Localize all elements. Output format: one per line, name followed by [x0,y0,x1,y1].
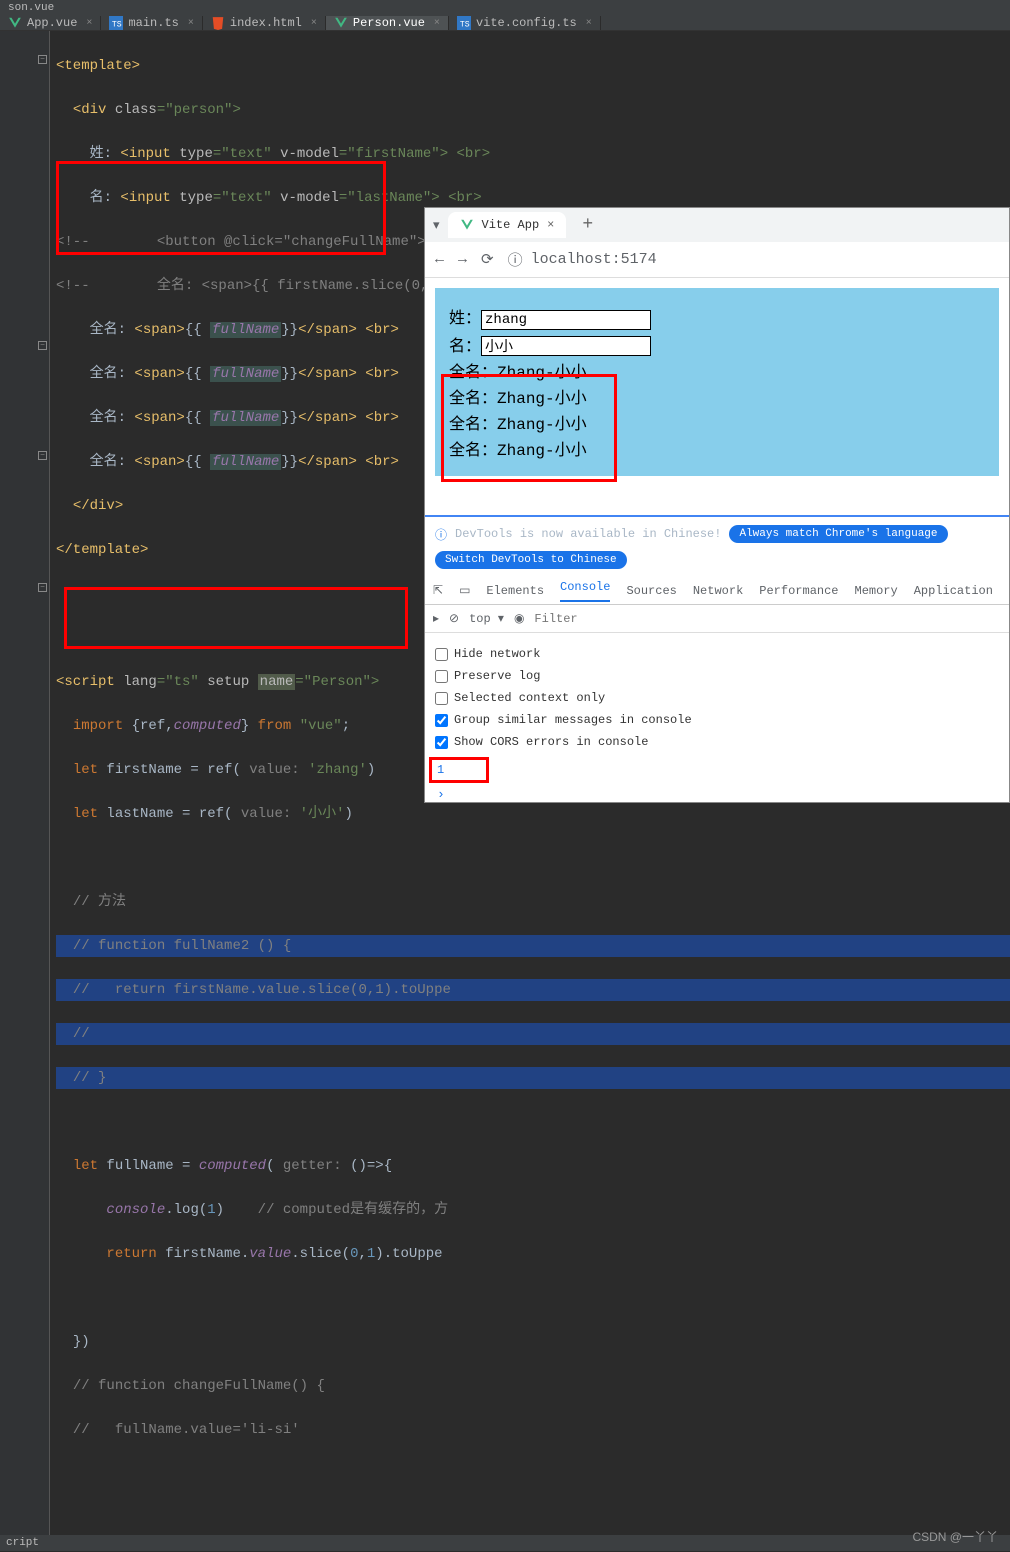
tab-app-vue[interactable]: App.vue× [0,16,101,30]
fold-marker[interactable]: − [38,55,47,64]
fold-marker[interactable]: − [38,451,47,460]
label-xing: 姓： [449,310,481,328]
vue-icon [8,16,22,30]
devtab-console[interactable]: Console [560,580,610,602]
close-icon[interactable]: × [547,218,554,232]
line-gutter [0,31,36,1551]
label-full: 全名： [449,364,497,382]
devtab-sources[interactable]: Sources [626,584,676,598]
watermark: CSDN @一丫丫 [912,1528,998,1545]
tab-vite-config[interactable]: TSvite.config.ts× [449,16,601,30]
browser-tabbar: ▾ Vite App × + [425,208,1009,242]
switch-language-button[interactable]: Switch DevTools to Chinese [435,551,627,569]
devtools-banner: ⓘ DevTools is now available in Chinese! … [425,515,1009,577]
reload-icon[interactable]: ⟳ [481,250,494,269]
console-log-value: 1 [437,763,997,777]
filter-input[interactable] [534,612,1001,626]
prompt-icon[interactable]: › [437,787,997,802]
fold-marker[interactable]: − [38,341,47,350]
editor-tabs: App.vue× TSmain.ts× index.html× Person.v… [0,16,1010,31]
match-language-button[interactable]: Always match Chrome's language [729,525,947,543]
firstname-input[interactable] [481,310,651,330]
html-icon [211,16,225,30]
chevron-down-icon[interactable]: ▾ [433,218,440,233]
fold-marker[interactable]: − [38,583,47,592]
filename-label: son.vue [0,0,1010,16]
browser-nav: ← → ⟳ ⓘ localhost:5174 [425,242,1009,278]
context-select[interactable]: top ▾ [469,611,504,626]
label-ming: 名： [449,338,481,356]
clear-icon[interactable]: ⊘ [449,611,459,626]
tab-person-vue[interactable]: Person.vue× [326,16,449,30]
devtab-elements[interactable]: Elements [486,584,544,598]
tab-index-html[interactable]: index.html× [203,16,326,30]
new-tab-button[interactable]: + [574,215,601,235]
close-icon[interactable]: × [188,18,194,29]
chk-group-similar[interactable]: Group similar messages in console [435,713,999,727]
eye-icon[interactable]: ◉ [514,611,524,626]
person-card: 姓： 名： 全名：Zhang-小小 全名：Zhang-小小 全名：Zhang-小… [435,288,999,476]
svg-text:TS: TS [460,21,470,30]
vue-icon [334,16,348,30]
forward-icon[interactable]: → [458,251,467,268]
devtab-network[interactable]: Network [693,584,743,598]
console-settings: Hide network Preserve log Selected conte… [425,633,1009,763]
lastname-input[interactable] [481,336,651,356]
console-toolbar: ▸ ⊘ top ▾ ◉ [425,605,1009,633]
svg-text:TS: TS [112,21,122,30]
chk-selected-context[interactable]: Selected context only [435,691,999,705]
chk-preserve-log[interactable]: Preserve log [435,669,999,683]
info-icon[interactable]: ⓘ [508,249,523,270]
chk-hide-network[interactable]: Hide network [435,647,999,661]
back-icon[interactable]: ← [435,251,444,268]
devtab-application[interactable]: Application [914,584,993,598]
fullname-value: Zhang-小小 [497,364,587,382]
chk-cors-errors[interactable]: Show CORS errors in console [435,735,999,749]
close-icon[interactable]: × [434,18,440,29]
devtab-performance[interactable]: Performance [759,584,838,598]
close-icon[interactable]: × [311,18,317,29]
devtools-tabs: ⇱ ▭ Elements Console Sources Network Per… [425,577,1009,605]
info-icon: ⓘ [435,526,447,543]
close-icon[interactable]: × [86,18,92,29]
sidebar-toggle-icon[interactable]: ▸ [433,611,439,626]
console-output: 1 › [425,763,1009,802]
url-bar[interactable]: ⓘ localhost:5174 [508,249,657,270]
close-icon[interactable]: × [586,18,592,29]
devtab-memory[interactable]: Memory [855,584,898,598]
ide-status-bar: cript [0,1535,1010,1551]
device-icon[interactable]: ▭ [459,583,470,598]
page-body: 姓： 名： 全名：Zhang-小小 全名：Zhang-小小 全名：Zhang-小… [425,278,1009,486]
ts-icon: TS [109,16,123,30]
tab-main-ts[interactable]: TSmain.ts× [101,16,202,30]
browser-window: ▾ Vite App × + ← → ⟳ ⓘ localhost:5174 姓：… [424,207,1010,803]
fold-column: − − − − [36,31,50,1551]
ts-icon: TS [457,16,471,30]
vue-icon [460,218,474,232]
browser-tab[interactable]: Vite App × [448,212,567,238]
main-area: − − − − <template> <div class="person"> … [0,31,1010,1551]
inspect-icon[interactable]: ⇱ [433,583,443,598]
